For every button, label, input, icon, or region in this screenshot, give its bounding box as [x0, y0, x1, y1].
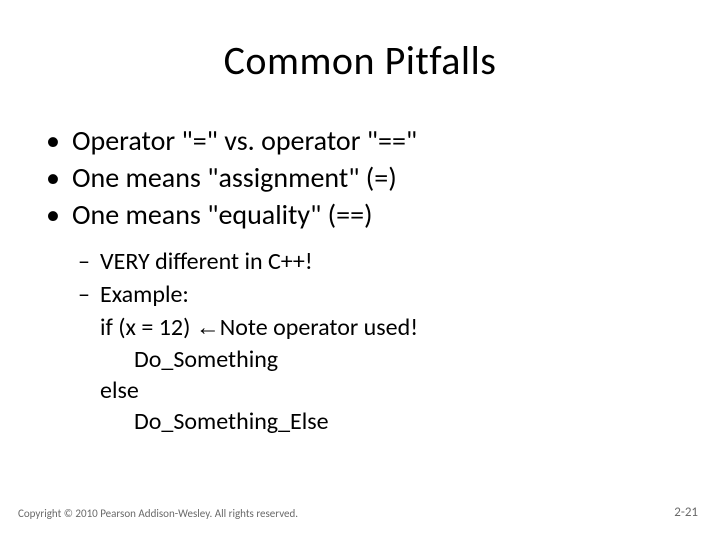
- code-line: else: [100, 375, 680, 406]
- code-text: Note operator used!: [220, 313, 418, 342]
- bullet-item: Operator "=" vs. operator "==": [46, 123, 680, 158]
- slide: Common Pitfalls Operator "=" vs. operato…: [0, 0, 720, 540]
- arrow-left-icon: ←: [196, 314, 220, 341]
- bullet-item: One means "assignment" (=): [46, 160, 680, 195]
- sub-bullet-item: VERY different in C++!: [78, 246, 680, 277]
- slide-title: Common Pitfalls: [40, 36, 680, 85]
- bullet-list: Operator "=" vs. operator "==" One means…: [46, 123, 680, 232]
- bullet-item: One means "equality" (==): [46, 197, 680, 232]
- code-line: if (x = 12) ←Note operator used!: [100, 312, 680, 343]
- code-line: Do_Something: [100, 344, 680, 375]
- code-text: if (x = 12): [100, 313, 196, 342]
- page-number: 2-21: [674, 505, 698, 520]
- copyright-text: Copyright © 2010 Pearson Addison-Wesley.…: [18, 507, 298, 520]
- code-line: Do_Something_Else: [100, 406, 680, 437]
- sub-bullet-item: Example:: [78, 279, 680, 310]
- code-example: if (x = 12) ←Note operator used! Do_Some…: [100, 312, 680, 437]
- sub-bullet-list: VERY different in C++! Example:: [78, 246, 680, 310]
